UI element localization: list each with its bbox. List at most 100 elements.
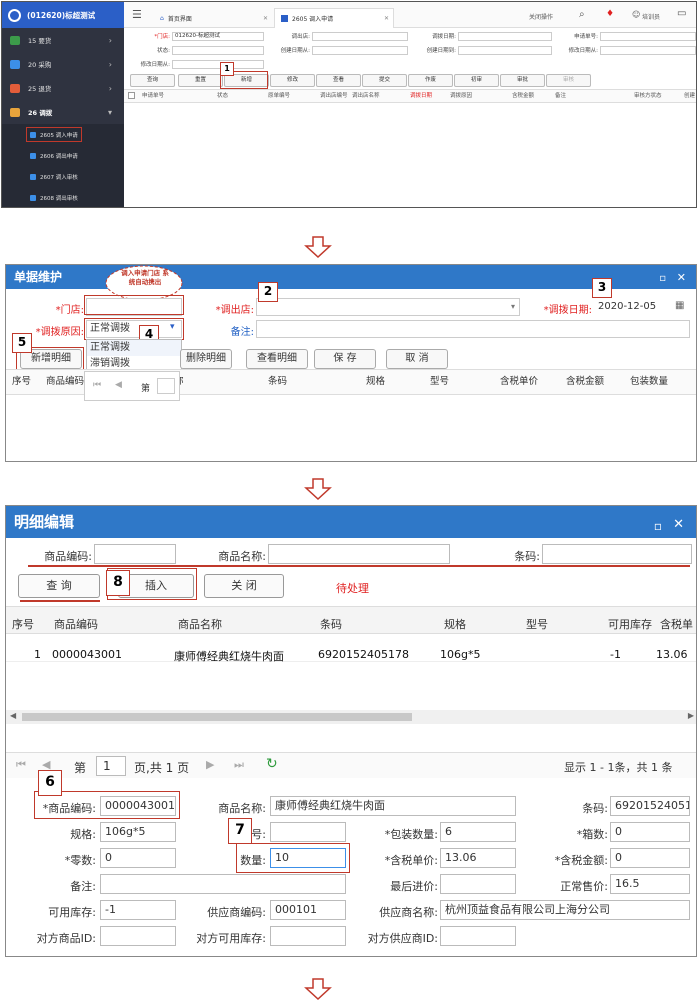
name-input[interactable]: 康师傅经典红烧牛肉面: [270, 796, 516, 816]
sidebar-subitem-2607[interactable]: 2607 调入审核: [2, 166, 124, 187]
peer-id-input[interactable]: [100, 926, 176, 946]
prev-page-icon[interactable]: ◀: [115, 380, 122, 390]
remark-label: 备注:: [70, 880, 96, 893]
loose-input[interactable]: 0: [100, 848, 176, 868]
tab-home[interactable]: ⌂ 首页界面 ✕: [154, 8, 272, 28]
close-icon[interactable]: ✕: [384, 15, 389, 22]
close-ops-menu[interactable]: 关闭操作: [529, 12, 553, 21]
supplier-code-input[interactable]: 000101: [270, 900, 346, 920]
sidebar-item-transfer[interactable]: 26 调拨 ▾: [2, 100, 124, 124]
supplier-code-label: 供应商编码:: [207, 906, 266, 919]
sidebar-subitem-2608[interactable]: 2608 调出审核: [2, 187, 124, 207]
bell-icon[interactable]: ♦: [606, 9, 614, 19]
next-page-icon[interactable]: ▶: [206, 758, 214, 771]
sidebar-item-purchase[interactable]: 20 采购 ›: [2, 52, 124, 76]
last-page-icon[interactable]: ⏭: [234, 758, 244, 772]
page-input[interactable]: [157, 378, 175, 394]
delete-detail-button[interactable]: 删除明细: [180, 349, 232, 369]
model-input[interactable]: [270, 822, 346, 842]
search-name-input[interactable]: [268, 544, 450, 564]
spec-input[interactable]: 106g*5: [100, 822, 176, 842]
maximize-icon[interactable]: ▫: [659, 267, 666, 291]
tab-transfer-apply[interactable]: 2605 调入申请 ✕: [274, 8, 394, 28]
grid-col: 调拨原因: [450, 93, 473, 99]
app-header: (012620)标超测试: [2, 2, 124, 28]
cell-name: 康师傅经典红烧牛肉面: [174, 650, 284, 663]
store-select[interactable]: 012620-标超测试: [172, 32, 264, 41]
stock-input[interactable]: -1: [100, 900, 176, 920]
modify-from-input-2[interactable]: [600, 46, 696, 55]
scroll-right-icon[interactable]: ▶: [688, 711, 694, 720]
barcode-input[interactable]: 6920152405178: [610, 796, 690, 816]
search-icon[interactable]: ⌕: [579, 9, 585, 20]
sidebar-item-return[interactable]: 25 退货 ›: [2, 76, 124, 100]
cancel-button[interactable]: 取 消: [386, 349, 448, 369]
status-select[interactable]: [172, 46, 264, 55]
out-store-select[interactable]: ▾: [256, 298, 520, 316]
out-store-select[interactable]: [312, 32, 408, 41]
last-price-input[interactable]: [440, 874, 516, 894]
search-code-input[interactable]: [94, 544, 176, 564]
chevron-down-icon: ▾: [510, 302, 515, 311]
user-name[interactable]: 培训员: [642, 12, 660, 21]
transfer-date-label: *调拨日期:: [543, 305, 592, 316]
sale-price-input[interactable]: 16.5: [610, 874, 690, 894]
scroll-thumb[interactable]: [22, 713, 412, 721]
dropdown-option[interactable]: 正常调拨: [87, 340, 181, 356]
submit-button[interactable]: 提交: [362, 74, 407, 87]
calendar-icon[interactable]: ▦: [675, 300, 684, 311]
page-input[interactable]: 1: [96, 756, 126, 776]
close-button[interactable]: 关 闭: [204, 574, 284, 598]
first-review-button[interactable]: 初审: [454, 74, 499, 87]
menu-icon[interactable]: ☰: [132, 8, 142, 21]
scroll-left-icon[interactable]: ◀: [10, 711, 16, 720]
view-button[interactable]: 查看: [316, 74, 361, 87]
close-icon[interactable]: ✕: [263, 15, 268, 22]
reset-button[interactable]: 重置: [178, 74, 223, 87]
maximize-icon[interactable]: ▫: [654, 510, 662, 542]
chevron-down-icon: ▾: [107, 107, 112, 117]
first-page-icon[interactable]: ⏮: [16, 758, 26, 772]
chevron-right-icon: ›: [108, 35, 112, 45]
sidebar-item-demand[interactable]: 15 要货 ›: [2, 28, 124, 52]
peer-supplier-input[interactable]: [440, 926, 516, 946]
modify-from-input[interactable]: [172, 60, 264, 69]
pack-input[interactable]: 6: [440, 822, 516, 842]
apply-no-input[interactable]: [600, 32, 696, 41]
select-all-checkbox[interactable]: [128, 92, 135, 99]
void-button[interactable]: 作废: [408, 74, 453, 87]
first-page-icon[interactable]: ⏮: [93, 380, 101, 390]
page-label: 第: [141, 384, 151, 394]
step-3-badge: 3: [592, 278, 612, 298]
total-pages: 页,共 1 页: [134, 761, 190, 775]
create-to-input[interactable]: [458, 46, 552, 55]
query-button[interactable]: 查询: [130, 74, 175, 87]
peer-stock-input[interactable]: [270, 926, 346, 946]
close-icon[interactable]: ✕: [673, 509, 684, 541]
grid-col: 含税金额: [512, 93, 535, 99]
save-button[interactable]: 保 存: [314, 349, 376, 369]
create-from-input[interactable]: [312, 46, 408, 55]
horizontal-scrollbar[interactable]: ◀ ▶: [6, 710, 696, 724]
highlight-box: [84, 295, 184, 315]
amount-input[interactable]: 0: [610, 848, 690, 868]
supplier-name-input[interactable]: 杭州顶益食品有限公司上海分公司: [440, 900, 690, 920]
monitor-icon[interactable]: ▭: [677, 8, 686, 19]
remark-input[interactable]: [100, 874, 346, 894]
audit-button[interactable]: 审核: [546, 74, 591, 87]
sidebar-subitem-2606[interactable]: 2606 调出申请: [2, 145, 124, 166]
close-icon[interactable]: ✕: [677, 266, 686, 290]
remark-input[interactable]: [256, 320, 690, 338]
price-input[interactable]: 13.06: [440, 848, 516, 868]
query-button[interactable]: 查 询: [18, 574, 100, 598]
view-detail-button[interactable]: 查看明细: [246, 349, 308, 369]
transfer-date-input[interactable]: [458, 32, 552, 41]
search-barcode-input[interactable]: [542, 544, 692, 564]
sidebar-subitem-2605[interactable]: 2605 调入申请: [2, 124, 124, 145]
modify-from-label-2: 修改日期从:: [568, 48, 598, 54]
search-code-label: 商品编码:: [44, 550, 92, 563]
edit-button[interactable]: 修改: [270, 74, 315, 87]
approve-button[interactable]: 审批: [500, 74, 545, 87]
box-input[interactable]: 0: [610, 822, 690, 842]
refresh-icon[interactable]: ↻: [266, 756, 278, 772]
